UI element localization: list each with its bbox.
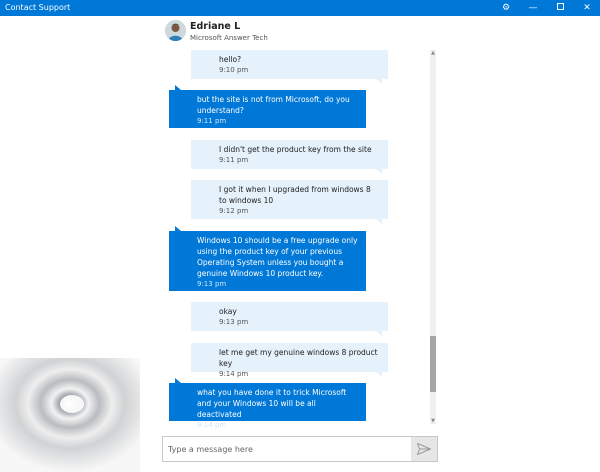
send-button[interactable]	[411, 437, 437, 461]
message-time: 9:11 pm	[197, 117, 227, 125]
message-text: but the site is not from Microsoft, do y…	[197, 95, 350, 115]
message-input[interactable]	[163, 437, 411, 461]
message-bubble: I got it when I upgraded from windows 8 …	[191, 180, 388, 224]
message-bubble: let me get my genuine windows 8 product …	[191, 343, 388, 378]
title-bar: Contact Support ⚙ — ✕	[0, 0, 600, 16]
message-time: 9:14 pm	[197, 421, 227, 429]
message-time: 9:13 pm	[219, 318, 249, 326]
message-bubble: Windows 10 should be a free upgrade only…	[169, 226, 366, 291]
message-time: 9:12 pm	[219, 207, 249, 215]
scroll-thumb[interactable]	[430, 336, 436, 392]
message-time: 9:14 pm	[219, 370, 249, 378]
close-button[interactable]: ✕	[575, 0, 599, 16]
message-bubble: what you have done it to trick Microsoft…	[169, 378, 366, 429]
maximize-icon	[556, 3, 564, 10]
settings-icon[interactable]: ⚙	[494, 0, 518, 16]
send-arrow-icon	[417, 443, 431, 455]
decorative-ripple-image	[0, 358, 140, 472]
avatar	[165, 20, 186, 41]
scroll-down-icon[interactable]: ▼	[430, 418, 436, 424]
message-bubble: but the site is not from Microsoft, do y…	[169, 85, 366, 128]
message-text: let me get my genuine windows 8 product …	[219, 348, 378, 368]
maximize-button[interactable]	[548, 0, 572, 16]
water-ripple-icon	[0, 358, 140, 472]
message-text: Windows 10 should be a free upgrade only…	[197, 236, 358, 278]
message-time: 9:10 pm	[219, 66, 249, 74]
message-text: hello?	[219, 55, 242, 64]
agent-name: Edriane L	[190, 21, 241, 32]
message-composer	[162, 436, 438, 462]
message-time: 9:13 pm	[197, 280, 227, 288]
message-bubble: hello? 9:10 pm	[191, 50, 388, 84]
message-text: okay	[219, 307, 237, 316]
message-bubble: okay 9:13 pm	[191, 302, 388, 336]
window-title: Contact Support	[5, 3, 71, 12]
message-time: 9:11 pm	[219, 156, 249, 164]
message-text: I got it when I upgraded from windows 8 …	[219, 185, 371, 205]
scroll-up-icon[interactable]: ▲	[430, 50, 436, 56]
message-text: I didn't get the product key from the si…	[219, 145, 372, 154]
message-bubble: I didn't get the product key from the si…	[191, 140, 388, 174]
agent-title: Microsoft Answer Tech	[190, 34, 268, 42]
message-text: what you have done it to trick Microsoft…	[197, 388, 347, 419]
minimize-button[interactable]: —	[521, 0, 545, 16]
person-avatar-icon	[165, 20, 186, 41]
chat-scrollbar[interactable]: ▲ ▼	[430, 50, 436, 424]
